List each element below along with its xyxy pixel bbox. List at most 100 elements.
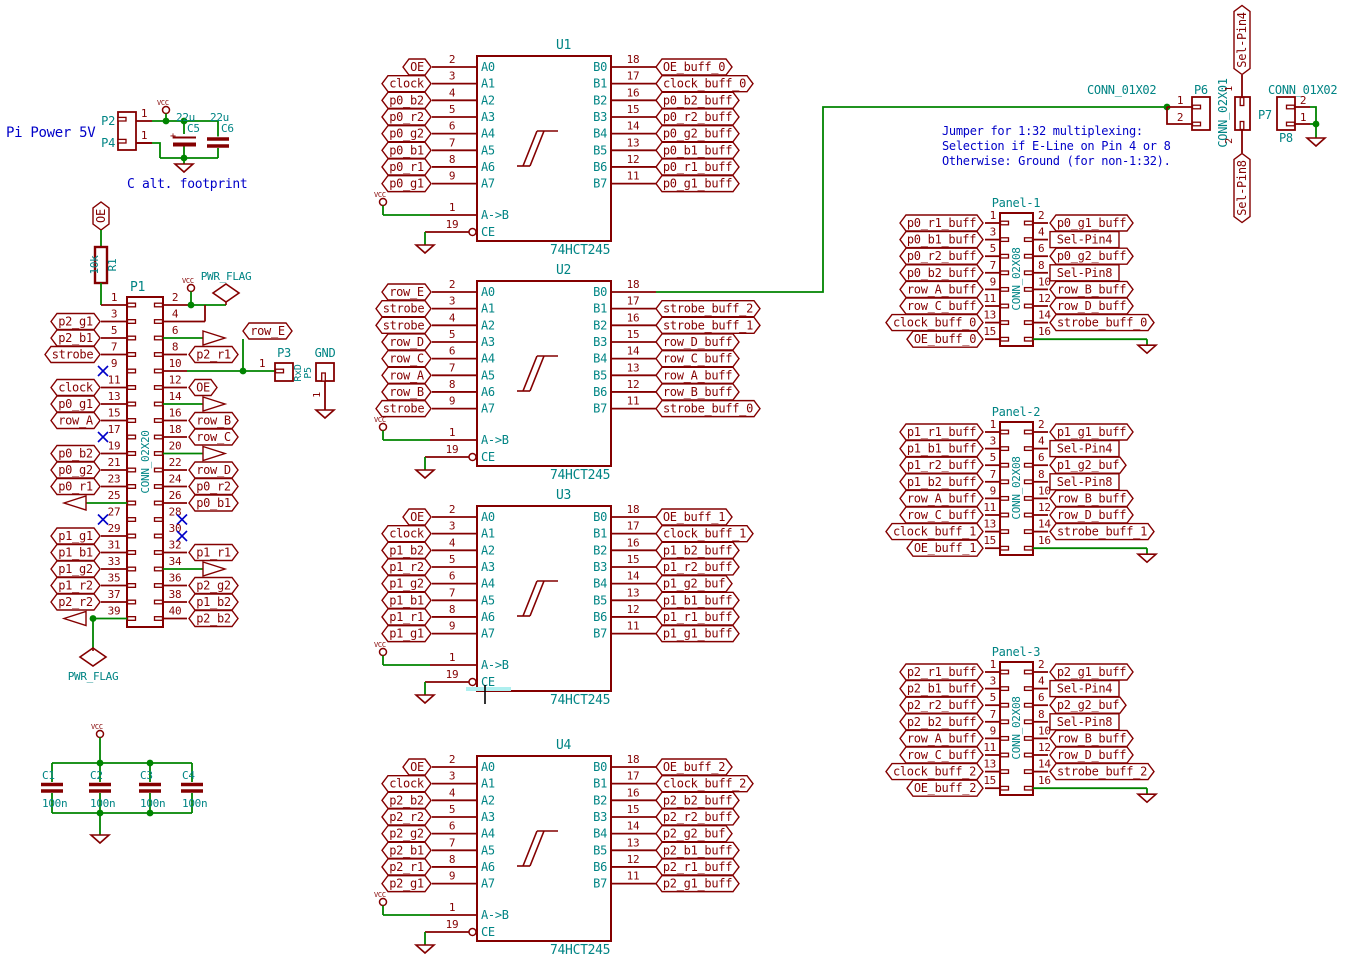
pin-pad[interactable] xyxy=(1001,530,1009,534)
pin-pad[interactable] xyxy=(128,551,136,555)
pin-pad[interactable] xyxy=(128,534,136,538)
net-label-Sel-Pin8[interactable]: Sel-Pin8 xyxy=(1234,154,1250,223)
pin-pad[interactable] xyxy=(1025,221,1033,225)
pin-pad[interactable] xyxy=(1193,122,1201,126)
pin-invert-bubble[interactable] xyxy=(469,229,476,236)
net-label-Sel-Pin4[interactable]: Sel-Pin4 xyxy=(1234,6,1250,75)
pin-pad[interactable] xyxy=(1025,497,1033,501)
flag-arrow-right[interactable] xyxy=(203,447,225,461)
pin-pad[interactable] xyxy=(1025,463,1033,467)
vcc-symbol[interactable] xyxy=(380,649,387,656)
pin-pad[interactable] xyxy=(1001,546,1009,550)
pin-pad[interactable] xyxy=(155,452,163,456)
pin-pad[interactable] xyxy=(128,567,136,571)
pin-pad[interactable] xyxy=(1001,221,1009,225)
pin-pad[interactable] xyxy=(1025,271,1033,275)
pin-pad[interactable] xyxy=(1287,122,1295,126)
pin-pad[interactable] xyxy=(1001,304,1009,308)
pin-pad[interactable] xyxy=(155,617,163,621)
pin-pad[interactable] xyxy=(155,518,163,522)
pin-pad[interactable] xyxy=(155,501,163,505)
pin-pad[interactable] xyxy=(1025,447,1033,451)
pin-pad[interactable] xyxy=(128,584,136,588)
flag-arrow-right[interactable] xyxy=(203,562,225,576)
vcc-symbol[interactable] xyxy=(163,107,170,114)
pin-pad[interactable] xyxy=(155,584,163,588)
pin-pad[interactable] xyxy=(1001,753,1009,757)
pin-pad[interactable] xyxy=(128,468,136,472)
pin-pad[interactable] xyxy=(1001,720,1009,724)
gnd-symbol[interactable] xyxy=(416,945,434,953)
pin-pad[interactable] xyxy=(1240,122,1244,130)
pin-pad[interactable] xyxy=(128,600,136,604)
pin-pad[interactable] xyxy=(155,419,163,423)
pin-pad[interactable] xyxy=(1025,703,1033,707)
pin-pad[interactable] xyxy=(155,402,163,406)
pin-pad[interactable] xyxy=(155,567,163,571)
pin-pad[interactable] xyxy=(128,320,136,324)
pin-pad[interactable] xyxy=(1025,753,1033,757)
pin-pad[interactable] xyxy=(155,320,163,324)
pin-pad[interactable] xyxy=(1025,770,1033,774)
pin-pad[interactable] xyxy=(1025,304,1033,308)
pin-pad[interactable] xyxy=(1001,737,1009,741)
pin-pad[interactable] xyxy=(1240,98,1244,106)
gnd-symbol[interactable] xyxy=(416,245,434,253)
pin-pad[interactable] xyxy=(1001,321,1009,325)
pin-pad[interactable] xyxy=(1001,480,1009,484)
pin-pad[interactable] xyxy=(1025,737,1033,741)
flag-arrow-right[interactable] xyxy=(203,397,225,411)
pin-pad[interactable] xyxy=(1001,513,1009,517)
pin-pad[interactable] xyxy=(1025,670,1033,674)
pin-pad[interactable] xyxy=(1001,786,1009,790)
pin-pad[interactable] xyxy=(155,485,163,489)
pin-pad[interactable] xyxy=(1001,670,1009,674)
pin-pad[interactable] xyxy=(128,419,136,423)
pin-pad[interactable] xyxy=(118,139,126,143)
pin-pad[interactable] xyxy=(155,336,163,340)
pin-pad[interactable] xyxy=(1001,770,1009,774)
gnd-symbol[interactable] xyxy=(316,410,334,418)
pin-pad[interactable] xyxy=(1025,430,1033,434)
pin-pad[interactable] xyxy=(155,353,163,357)
pin-pad[interactable] xyxy=(1025,546,1033,550)
gnd-symbol[interactable] xyxy=(416,470,434,478)
pin-pad[interactable] xyxy=(1025,288,1033,292)
pin-pad[interactable] xyxy=(118,117,126,121)
vcc-symbol[interactable] xyxy=(380,424,387,431)
vcc-symbol[interactable] xyxy=(380,899,387,906)
gnd-symbol[interactable] xyxy=(1307,138,1325,146)
pin-pad[interactable] xyxy=(1001,288,1009,292)
pin-pad[interactable] xyxy=(1025,337,1033,341)
schematic-sheet[interactable]: Pi Power 5VP2P411VCC+22u22uC5C6C alt. fo… xyxy=(0,0,1354,969)
pin-pad[interactable] xyxy=(1025,513,1033,517)
pin-pad[interactable] xyxy=(128,452,136,456)
pin-pad[interactable] xyxy=(1025,530,1033,534)
pin-pad[interactable] xyxy=(128,518,136,522)
pwr-flag-symbol[interactable] xyxy=(213,284,239,302)
pin-pad[interactable] xyxy=(155,600,163,604)
pin-pad[interactable] xyxy=(155,534,163,538)
gnd-symbol[interactable] xyxy=(1138,794,1156,802)
pin-pad[interactable] xyxy=(1001,254,1009,258)
flag-arrow-left[interactable] xyxy=(64,612,86,626)
pin-pad[interactable] xyxy=(1001,238,1009,242)
pin-pad[interactable] xyxy=(128,402,136,406)
pin-pad[interactable] xyxy=(276,369,284,373)
net-label-OE[interactable]: OE xyxy=(93,202,109,230)
pin-pad[interactable] xyxy=(1001,430,1009,434)
pin-pad[interactable] xyxy=(155,369,163,373)
pin-pad[interactable] xyxy=(128,386,136,390)
vcc-symbol[interactable] xyxy=(188,285,195,292)
pin-pad[interactable] xyxy=(128,353,136,357)
pin-pad[interactable] xyxy=(1001,497,1009,501)
kicad-schematic-canvas[interactable]: Pi Power 5VP2P411VCC+22u22uC5C6C alt. fo… xyxy=(0,0,1354,969)
pin-pad[interactable] xyxy=(128,501,136,505)
pin-pad[interactable] xyxy=(155,551,163,555)
pin-pad[interactable] xyxy=(1025,720,1033,724)
pin-pad[interactable] xyxy=(1001,463,1009,467)
pin-invert-bubble[interactable] xyxy=(469,929,476,936)
pin-pad[interactable] xyxy=(155,468,163,472)
pin-pad[interactable] xyxy=(1025,786,1033,790)
pin-pad[interactable] xyxy=(128,336,136,340)
